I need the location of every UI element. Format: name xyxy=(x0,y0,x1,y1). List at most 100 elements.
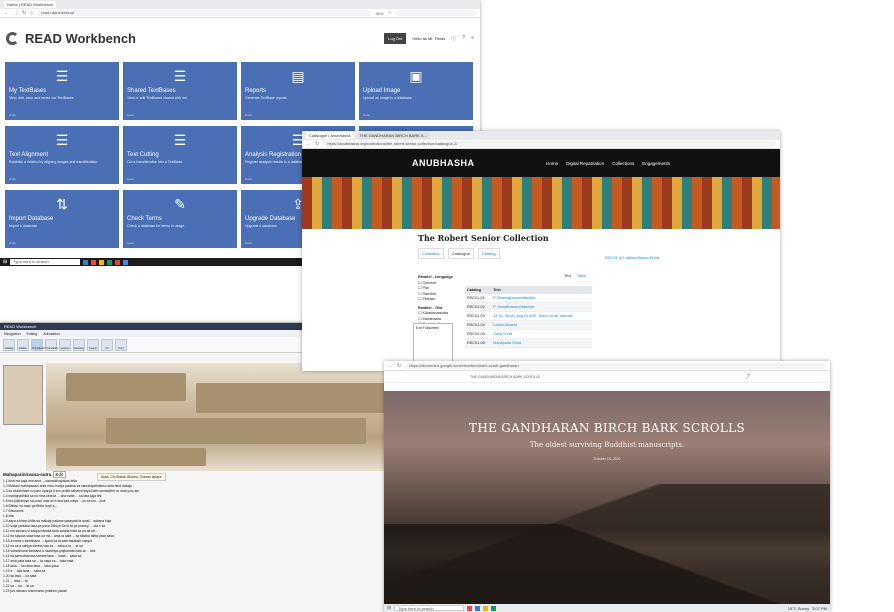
card-import-database[interactable]: ⇅ Import Database Import a database. Enter xyxy=(5,190,119,248)
back-icon[interactable]: ← xyxy=(306,141,311,147)
app-icon[interactable] xyxy=(491,605,497,611)
anubhasha-logo[interactable]: ANUBHASHA xyxy=(412,158,475,168)
tool-lexicon[interactable]: Lexicon xyxy=(59,338,71,351)
card-title: Shared TextBases xyxy=(127,88,176,94)
menu-annotation[interactable]: Annotation xyxy=(43,332,60,336)
menu-icon[interactable]: ≡ xyxy=(471,35,474,41)
nav-collections[interactable]: Collections xyxy=(612,161,634,166)
nav-engagements[interactable]: Engagements xyxy=(642,161,670,166)
tool-print[interactable]: Print xyxy=(115,338,127,351)
search-field[interactable] xyxy=(396,10,476,16)
app-icon[interactable] xyxy=(107,259,113,265)
taskbar-search[interactable]: Type here to search xyxy=(10,259,81,265)
card-text-alignment[interactable]: ☰ Text Alignment Establish a relation by a… xyxy=(5,126,119,184)
tab-catalog[interactable]: Catalog xyxy=(477,248,500,259)
card-reports[interactable]: ▤ Reports Generate TextBase reports. Enter xyxy=(241,62,355,120)
card-shared-textbases[interactable]: ☰ Shared TextBases View or edit TextBases … xyxy=(123,62,237,120)
tool-catalog[interactable]: Catalog xyxy=(3,338,15,351)
transliteration-line[interactable]: 1.23 jivo samaro tvanevamo prashne pavat… xyxy=(3,589,413,594)
card-enter-link[interactable]: Enter xyxy=(245,241,252,245)
nav-digital-repatriation[interactable]: Digital Repatriation xyxy=(566,161,604,166)
card-check-terms[interactable]: ✎ Check Terms Check a database for terms i… xyxy=(123,190,237,248)
table-row[interactable]: RSC01-02 P. Samathasaṃhitāsūtra xyxy=(465,302,592,312)
col-header[interactable]: Catalog xyxy=(465,286,492,294)
card-enter-link[interactable]: Enter xyxy=(127,241,134,245)
menu-navigation[interactable]: Navigation xyxy=(4,332,21,336)
manuscript-thumbnail[interactable] xyxy=(3,365,43,425)
back-icon[interactable]: ← xyxy=(388,363,393,369)
app-icon[interactable] xyxy=(83,259,89,265)
help-icon[interactable]: ? xyxy=(462,35,465,41)
app-icon[interactable] xyxy=(483,605,489,611)
back-icon[interactable]: ← xyxy=(4,10,9,16)
app-icon[interactable] xyxy=(467,605,473,611)
toggle-table[interactable]: Table xyxy=(577,274,586,278)
browser-tab[interactable]: Catalogue | Anubhasha xyxy=(306,132,354,139)
side-link[interactable]: RSC01 in Lokānudhama Sūtra xyxy=(605,255,659,260)
menu-editing[interactable]: Editing xyxy=(27,332,38,336)
windows-start-icon[interactable]: ⊞ xyxy=(3,259,7,265)
card-enter-link[interactable]: Enter xyxy=(127,177,134,181)
facet-option[interactable]: Mahāvastu xyxy=(422,317,441,321)
app-icon[interactable] xyxy=(91,259,97,265)
tool-edition[interactable]: Edition xyxy=(17,338,29,351)
toggle-text[interactable]: Text xyxy=(564,274,571,278)
card-enter-link[interactable]: Enter xyxy=(9,177,16,181)
reload-icon[interactable]: ↻ xyxy=(397,363,401,369)
table-row[interactable]: RSC01-04 Lokānudhama xyxy=(465,320,592,330)
reload-icon[interactable]: ↻ xyxy=(22,10,26,16)
card-text-cutting[interactable]: ☰ Text Cutting Cut a transliteration into … xyxy=(123,126,237,184)
tab-collection[interactable]: Collection xyxy=(418,248,444,259)
tab-catalogue[interactable]: Catalogue xyxy=(447,248,474,259)
facet-option[interactable]: Pali xyxy=(422,286,428,290)
nav-home[interactable]: Home xyxy=(546,161,558,166)
facet-option[interactable]: Kūtadantasutta xyxy=(422,311,448,315)
weather-widget[interactable]: 19°C Sunny xyxy=(788,606,809,611)
table-row[interactable]: RSC01-05 Galla Sutra xyxy=(465,329,592,339)
browser-tab[interactable]: Home | READ Workbench xyxy=(4,1,57,8)
site-title[interactable]: THE GANDHARAN BIRCH BARK SCROLLS xyxy=(470,375,540,379)
taskbar-search[interactable]: Type here to search xyxy=(394,605,465,611)
table-row[interactable]: RSC01-01 P. Bhaisajyasaṃhitāsūtra xyxy=(465,294,592,303)
forward-icon[interactable]: → xyxy=(13,10,18,16)
app-icon[interactable] xyxy=(475,605,481,611)
url-field[interactable]: read.uaa.edu/read xyxy=(37,10,372,16)
share-icon[interactable]: ⤴ xyxy=(745,373,750,380)
card-enter-link[interactable]: Enter xyxy=(245,177,252,181)
card-enter-link[interactable]: Enter xyxy=(363,113,370,117)
card-enter-link[interactable]: Enter xyxy=(127,113,134,117)
tool-search[interactable]: Search xyxy=(87,338,99,351)
app-icon[interactable] xyxy=(115,259,121,265)
col-header[interactable]: Text xyxy=(491,286,592,294)
reload-icon[interactable]: ↻ xyxy=(315,141,319,147)
clock[interactable]: 3:07 PM xyxy=(812,606,827,611)
url-field[interactable]: https://strommen.google.com/view/birchba… xyxy=(405,362,826,369)
card-enter-link[interactable]: Enter xyxy=(245,113,252,117)
url-field[interactable]: https://anubhasha.org/collections/the-ro… xyxy=(323,141,776,147)
star-icon[interactable]: ☆ xyxy=(388,10,392,16)
tool-cit[interactable]: Cit xyxy=(101,338,113,351)
card-enter-link[interactable]: Enter xyxy=(9,113,16,117)
tool-translation[interactable]: Translation xyxy=(45,338,58,351)
browser-tab[interactable]: THE GANDHARAN BIRCH BARK S... xyxy=(356,132,430,139)
facet-option[interactable]: Sanskrit xyxy=(422,292,436,296)
tool-transliteration[interactable]: Transliteration xyxy=(31,338,48,351)
card-my-textbases[interactable]: ☰ My TextBases View, edit, save and revise… xyxy=(5,62,119,120)
facet-option[interactable]: Tibetan xyxy=(422,297,435,301)
card-enter-link[interactable]: Enter xyxy=(9,241,16,245)
app-icon[interactable] xyxy=(99,259,105,265)
table-row[interactable]: RSC01-03 13 Sc. Sindh: Avg IN ARE. Sutra … xyxy=(465,311,592,321)
card-upload-image[interactable]: ▣ Upload Image Upload an image to a databa… xyxy=(359,62,473,120)
exit-fullscreen-option[interactable]: Exit Fullscreen xyxy=(416,326,450,330)
info-icon[interactable]: ⓘ xyxy=(451,35,456,42)
app-icon[interactable] xyxy=(123,259,129,265)
tool-glossary[interactable]: Glossary xyxy=(73,338,85,351)
zoom-level[interactable]: 90% xyxy=(376,11,384,16)
catalogue-table: Catalog Text RSC01-01 P. Bhaisajyasaṃhitās… xyxy=(465,286,592,348)
table-row[interactable]: RSC01-06 Mahāpada Sūtra xyxy=(465,338,592,348)
home-icon[interactable]: ⌂ xyxy=(30,10,33,16)
windows-start-icon[interactable]: ⊞ xyxy=(387,605,391,611)
edit-button[interactable]: Edit xyxy=(52,471,67,478)
logout-button[interactable]: Log Out xyxy=(384,32,407,44)
facet-option[interactable]: Chinese xyxy=(422,281,436,285)
